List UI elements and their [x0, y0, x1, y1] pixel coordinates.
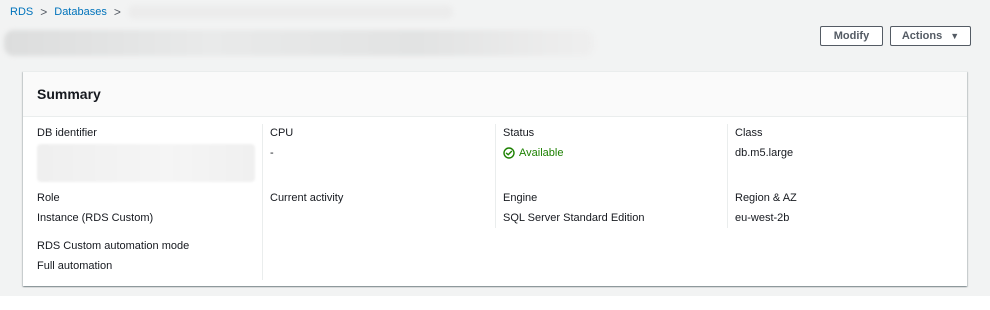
engine-field: Engine SQL Server Standard Edition	[503, 191, 644, 225]
breadcrumb-rds-link[interactable]: RDS	[10, 6, 33, 18]
summary-panel: Summary DB identifier CPU - Status Avail…	[23, 71, 967, 286]
db-identifier-value-redacted	[37, 144, 255, 182]
cpu-value: -	[270, 147, 274, 159]
class-value: db.m5.large	[735, 147, 794, 159]
modify-button-label: Modify	[833, 30, 870, 42]
summary-title: Summary	[37, 86, 101, 102]
actions-dropdown-button[interactable]: Actions ▼	[890, 26, 971, 46]
db-identifier-label: DB identifier	[37, 127, 97, 139]
role-label: Role	[37, 192, 60, 204]
breadcrumb-separator-icon: >	[40, 5, 48, 19]
breadcrumb: RDS > Databases >	[10, 4, 128, 20]
role-field: Role Instance (RDS Custom)	[37, 191, 153, 225]
page-title-redacted	[4, 30, 594, 56]
status-text: Available	[519, 147, 564, 159]
engine-value: SQL Server Standard Edition	[503, 212, 645, 224]
breadcrumb-databases-link[interactable]: Databases	[54, 6, 107, 18]
role-value: Instance (RDS Custom)	[37, 212, 154, 224]
column-divider	[495, 124, 496, 228]
automation-mode-field: RDS Custom automation mode Full automati…	[37, 239, 189, 273]
modify-button[interactable]: Modify	[820, 26, 883, 46]
region-az-label: Region & AZ	[735, 192, 797, 204]
region-az-field: Region & AZ eu-west-2b	[735, 191, 797, 225]
column-divider	[262, 124, 263, 280]
cpu-label: CPU	[270, 127, 294, 139]
column-divider	[727, 124, 728, 228]
caret-down-icon: ▼	[950, 31, 960, 41]
automation-mode-value: Full automation	[37, 260, 113, 272]
status-value: Available	[503, 146, 563, 160]
class-label: Class	[735, 127, 763, 139]
breadcrumb-current-redacted	[128, 5, 453, 19]
cpu-field: CPU -	[270, 126, 293, 160]
actions-button-label: Actions	[901, 30, 943, 42]
engine-label: Engine	[503, 192, 538, 204]
db-identifier-field: DB identifier	[37, 126, 255, 182]
check-circle-icon	[503, 147, 515, 159]
class-field: Class db.m5.large	[735, 126, 793, 160]
status-label: Status	[503, 127, 535, 139]
region-az-value: eu-west-2b	[735, 212, 790, 224]
summary-header: Summary	[23, 72, 967, 117]
current-activity-field: Current activity	[270, 191, 343, 211]
breadcrumb-separator-icon: >	[113, 5, 121, 19]
current-activity-label: Current activity	[270, 192, 344, 204]
automation-mode-label: RDS Custom automation mode	[37, 240, 190, 252]
status-field: Status Available	[503, 126, 563, 160]
